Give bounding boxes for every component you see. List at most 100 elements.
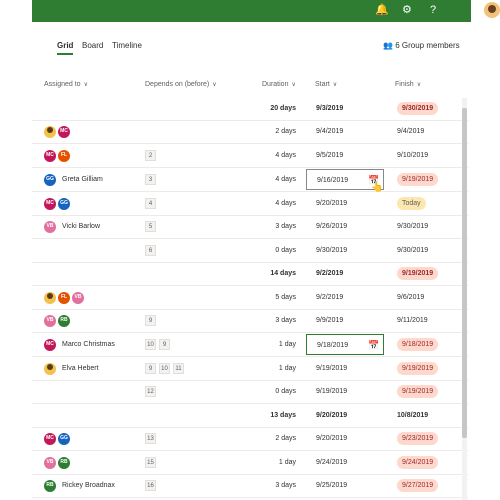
group-members-button[interactable]: 👥 6 Group members — [383, 41, 460, 50]
assigned-cell[interactable]: RB Rickey Broadnax — [44, 474, 115, 497]
depends-cell[interactable]: 5 — [145, 215, 159, 238]
dependency-chip[interactable]: 10 — [159, 363, 170, 374]
task-row[interactable]: MC GG 13 2 days 9/20/2019 9/23/2019 — [32, 427, 468, 451]
dependency-chip[interactable]: 5 — [145, 221, 156, 232]
finish-date-cell[interactable]: 9/23/2019 — [387, 427, 467, 450]
section-row[interactable]: 13 days 9/20/2019 10/8/2019 — [32, 404, 468, 428]
start-date-cell[interactable]: 9/19/2019 — [306, 357, 384, 380]
duration-cell[interactable]: 5 days — [258, 286, 296, 309]
start-date-cell[interactable]: 9/26/2019 — [306, 215, 384, 238]
task-row[interactable]: MC GG 4 4 days 9/20/2019 Today — [32, 192, 468, 216]
start-date-cell[interactable]: 9/24/2019 — [306, 451, 384, 474]
dependency-chip[interactable]: 9 — [145, 363, 156, 374]
depends-cell[interactable]: 2 — [145, 144, 159, 167]
start-date-cell[interactable]: 9/2/2019 — [306, 286, 384, 309]
column-header-assigned[interactable]: Assigned to ∨ — [44, 81, 88, 88]
task-row[interactable]: MC FL 2 4 days 9/5/2019 9/10/2019 — [32, 144, 468, 168]
assigned-cell[interactable]: Elva Hebert — [44, 357, 99, 380]
dependency-chip[interactable]: 15 — [145, 457, 156, 468]
task-row[interactable]: VB RB 9 3 days 9/9/2019 9/11/2019 — [32, 309, 468, 333]
assigned-cell[interactable]: VB Vicki Barlow — [44, 215, 100, 238]
start-date-cell[interactable]: 9/20/2019 — [306, 192, 384, 215]
tab-grid[interactable]: Grid — [57, 41, 73, 50]
duration-cell[interactable]: 1 day — [258, 333, 296, 356]
depends-cell[interactable]: 13 — [145, 427, 159, 450]
dependency-chip[interactable]: 11 — [173, 363, 184, 374]
finish-date-cell[interactable]: Today — [387, 192, 467, 215]
bell-icon[interactable]: 🔔 — [375, 3, 389, 17]
task-row[interactable]: GG Greta Gilliam 3 4 days 9/16/2019 📅 9/19/201… — [32, 168, 468, 192]
task-row[interactable]: VB RB 15 1 day 9/24/2019 9/24/2019 — [32, 451, 468, 475]
start-date-cell[interactable]: 9/30/2019 — [306, 239, 384, 262]
duration-cell[interactable]: 2 days — [258, 120, 296, 143]
depends-cell[interactable]: 10 9 — [145, 333, 173, 356]
dependency-chip[interactable]: 3 — [145, 174, 156, 185]
depends-cell[interactable]: 3 — [145, 168, 159, 191]
dependency-chip[interactable]: 12 — [145, 386, 156, 397]
duration-cell[interactable]: 13 days — [258, 404, 296, 427]
dependency-chip[interactable]: 9 — [145, 315, 156, 326]
depends-cell[interactable]: 9 — [145, 309, 159, 332]
duration-cell[interactable]: 4 days — [258, 144, 296, 167]
dependency-chip[interactable]: 13 — [145, 433, 156, 444]
assigned-cell[interactable]: MC GG — [44, 427, 72, 450]
depends-cell[interactable]: 4 — [145, 192, 159, 215]
duration-cell[interactable]: 1 day — [258, 451, 296, 474]
task-row[interactable]: MC 2 days 9/4/2019 9/4/2019 — [32, 120, 468, 144]
duration-cell[interactable]: 1 day — [258, 357, 296, 380]
finish-date-cell[interactable]: 9/19/2019 — [387, 262, 467, 285]
finish-date-cell[interactable]: 9/30/2019 — [387, 215, 467, 238]
scrollbar-thumb[interactable] — [462, 108, 467, 438]
column-header-depends[interactable]: Depends on (before) ∨ — [145, 81, 217, 88]
assigned-cell[interactable]: VB RB — [44, 451, 72, 474]
finish-date-cell[interactable]: 9/19/2019 — [387, 357, 467, 380]
help-icon[interactable]: ? — [430, 3, 436, 17]
duration-cell[interactable]: 3 days — [258, 215, 296, 238]
assigned-cell[interactable]: MC — [44, 120, 72, 143]
task-row[interactable]: Elva Hebert 9 10 11 1 day 9/19/2019 9/19/2019 — [32, 357, 468, 381]
dependency-chip[interactable]: 4 — [145, 198, 156, 209]
finish-date-cell[interactable]: 9/24/2019 — [387, 451, 467, 474]
task-row[interactable]: VB Vicki Barlow 5 3 days 9/26/2019 9/30/2019 — [32, 215, 468, 239]
task-row[interactable]: 12 0 days 9/19/2019 9/19/2019 — [32, 380, 468, 404]
finish-date-cell[interactable]: 9/11/2019 — [387, 309, 467, 332]
column-header-finish[interactable]: Finish ∨ — [395, 81, 421, 88]
start-date-cell[interactable]: 9/9/2019 — [306, 309, 384, 332]
task-row[interactable]: FL VB 5 days 9/2/2019 9/6/2019 — [32, 286, 468, 310]
dependency-chip[interactable]: 10 — [145, 339, 156, 350]
start-date-cell[interactable]: 9/5/2019 — [306, 144, 384, 167]
start-date-cell[interactable]: 9/25/2019 — [306, 474, 384, 497]
duration-cell[interactable]: 3 days — [258, 474, 296, 497]
finish-date-cell[interactable]: 9/18/2019 — [387, 333, 467, 356]
dependency-chip[interactable]: 2 — [145, 150, 156, 161]
start-date-cell[interactable]: 9/4/2019 — [306, 120, 384, 143]
start-date-cell[interactable]: 9/3/2019 — [306, 97, 384, 120]
depends-cell[interactable]: 12 — [145, 380, 159, 403]
start-date-cell[interactable]: 9/2/2019 — [306, 262, 384, 285]
duration-cell[interactable]: 20 days — [258, 97, 296, 120]
finish-date-cell[interactable]: 9/27/2019 — [387, 474, 467, 497]
gear-icon[interactable]: ⚙ — [402, 3, 412, 17]
calendar-icon[interactable]: 📅 — [368, 335, 379, 356]
start-date-cell[interactable]: 9/18/2019 📅 — [306, 334, 384, 355]
tab-timeline[interactable]: Timeline — [112, 41, 142, 50]
task-row[interactable]: MC Marco Christmas 10 9 1 day 9/18/2019 📅 9/18/… — [32, 333, 468, 357]
dependency-chip[interactable]: 16 — [145, 480, 156, 491]
assigned-cell[interactable]: GG Greta Gilliam — [44, 168, 103, 191]
task-row[interactable]: RB Rickey Broadnax 16 3 days 9/25/2019 9/27/2… — [32, 474, 468, 498]
start-date-cell[interactable]: 9/19/2019 — [306, 380, 384, 403]
finish-date-cell[interactable]: 9/19/2019 — [387, 168, 467, 191]
finish-date-cell[interactable]: 9/30/2019 — [387, 239, 467, 262]
dependency-chip[interactable]: 6 — [145, 245, 156, 256]
dependency-chip[interactable]: 9 — [159, 339, 170, 350]
assigned-cell[interactable]: MC GG — [44, 192, 72, 215]
finish-date-cell[interactable]: 9/30/2019 — [387, 97, 467, 120]
duration-cell[interactable]: 4 days — [258, 168, 296, 191]
duration-cell[interactable]: 0 days — [258, 239, 296, 262]
start-date-cell[interactable]: 9/20/2019 — [306, 427, 384, 450]
start-date-cell[interactable]: 9/20/2019 — [306, 404, 384, 427]
assigned-cell[interactable]: MC FL — [44, 144, 72, 167]
assigned-cell[interactable]: VB RB — [44, 309, 72, 332]
duration-cell[interactable]: 14 days — [258, 262, 296, 285]
depends-cell[interactable]: 9 10 11 — [145, 357, 187, 380]
